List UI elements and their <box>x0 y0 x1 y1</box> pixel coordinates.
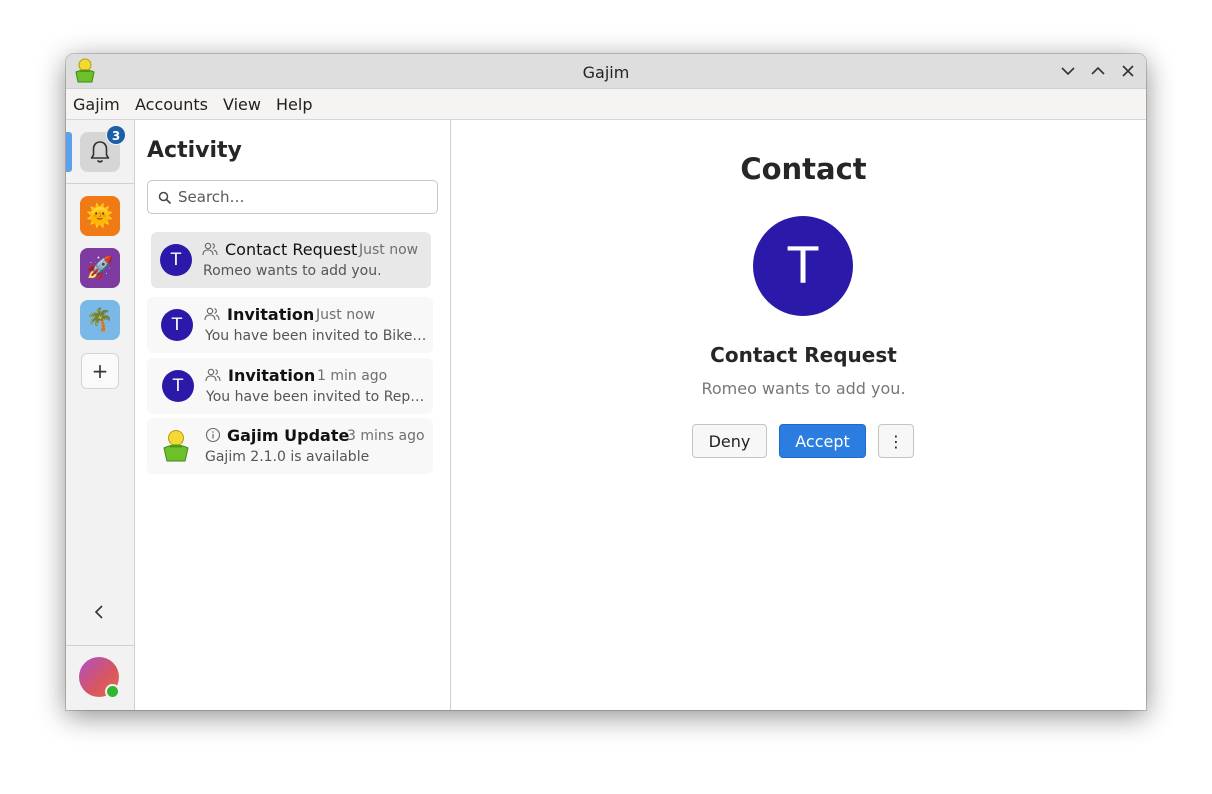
contacts-icon <box>204 307 220 321</box>
title-bar: Gajim <box>66 54 1146 89</box>
menu-help[interactable]: Help <box>276 95 312 114</box>
account-sidebar: 3 🌞 🚀 🌴 + <box>66 120 135 710</box>
activity-item-title: Invitation <box>228 366 316 385</box>
activity-item-subtitle: You have been invited to Rep… <box>206 389 425 405</box>
add-account-button[interactable]: + <box>81 353 119 389</box>
contact-avatar-large: T <box>753 216 853 316</box>
sidebar-divider <box>66 183 135 184</box>
menu-gajim[interactable]: Gajim <box>73 95 120 114</box>
activity-panel: Activity T Contact Request Just now Rome… <box>135 120 451 710</box>
activity-item-subtitle: Gajim 2.1.0 is available <box>205 449 370 465</box>
activity-item-subtitle: You have been invited to Bike… <box>205 328 427 344</box>
menu-bar: Gajim Accounts View Help <box>66 89 1146 120</box>
menu-accounts[interactable]: Accounts <box>135 95 208 114</box>
detail-panel: Contact T Contact Request Romeo wants to… <box>451 120 1146 710</box>
account-palm-button[interactable]: 🌴 <box>80 300 120 340</box>
contacts-icon <box>205 368 221 382</box>
window-title: Gajim <box>582 63 630 82</box>
gajim-window: Gajim Gajim Accounts View Help 3 🌞 🚀 🌴 +… <box>66 54 1146 710</box>
contact-avatar: T <box>160 244 192 276</box>
activity-item-time: Just now <box>359 242 419 258</box>
notification-count-badge: 3 <box>106 125 126 145</box>
sun-icon: 🌞 <box>86 203 114 229</box>
search-icon <box>158 191 172 205</box>
sidebar-divider-bottom <box>66 645 135 646</box>
contacts-icon <box>202 242 218 256</box>
rocket-icon: 🚀 <box>86 255 114 281</box>
selection-indicator <box>66 132 72 172</box>
activity-item-title: Contact Request <box>225 240 358 259</box>
activity-item-invitation[interactable]: T Invitation Just now You have been invi… <box>147 297 433 353</box>
search-box[interactable] <box>147 180 438 214</box>
account-rocket-button[interactable]: 🚀 <box>80 248 120 288</box>
close-icon[interactable] <box>1118 61 1138 81</box>
activity-item-title: Gajim Update <box>227 426 350 445</box>
request-title: Contact Request <box>710 343 897 367</box>
deny-button[interactable]: Deny <box>692 424 767 458</box>
activity-item-invitation[interactable]: T Invitation 1 min ago You have been inv… <box>147 358 433 414</box>
gajim-logo-icon <box>163 430 189 462</box>
maximize-icon[interactable] <box>1088 61 1108 81</box>
activity-title: Activity <box>147 138 242 163</box>
activity-item-gajim-update[interactable]: Gajim Update 3 mins ago Gajim 2.1.0 is a… <box>147 418 433 474</box>
palm-tree-icon: 🌴 <box>86 307 114 333</box>
minimize-icon[interactable] <box>1058 61 1078 81</box>
plus-icon: + <box>91 359 109 383</box>
activity-item-title: Invitation <box>227 305 315 324</box>
more-options-button[interactable]: ⋮ <box>878 424 914 458</box>
contact-avatar: T <box>161 309 193 341</box>
kebab-menu-icon: ⋮ <box>888 431 904 451</box>
request-text: Romeo wants to add you. <box>701 379 906 398</box>
activity-item-subtitle: Romeo wants to add you. <box>203 263 382 279</box>
detail-heading: Contact <box>740 152 867 186</box>
activity-item-time: 1 min ago <box>317 368 388 384</box>
activity-item-contact-request[interactable]: T Contact Request Just now Romeo wants t… <box>151 232 431 288</box>
self-avatar-button[interactable] <box>79 657 120 699</box>
online-status-indicator <box>105 684 120 699</box>
contact-avatar: T <box>162 370 194 402</box>
search-input[interactable] <box>178 181 433 213</box>
accept-button[interactable]: Accept <box>779 424 866 458</box>
activity-item-time: 3 mins ago <box>347 428 425 444</box>
account-sun-button[interactable]: 🌞 <box>80 196 120 236</box>
menu-view[interactable]: View <box>223 95 261 114</box>
collapse-sidebar-icon[interactable] <box>90 602 110 622</box>
activity-item-time: Just now <box>316 307 376 323</box>
info-icon <box>205 427 221 443</box>
